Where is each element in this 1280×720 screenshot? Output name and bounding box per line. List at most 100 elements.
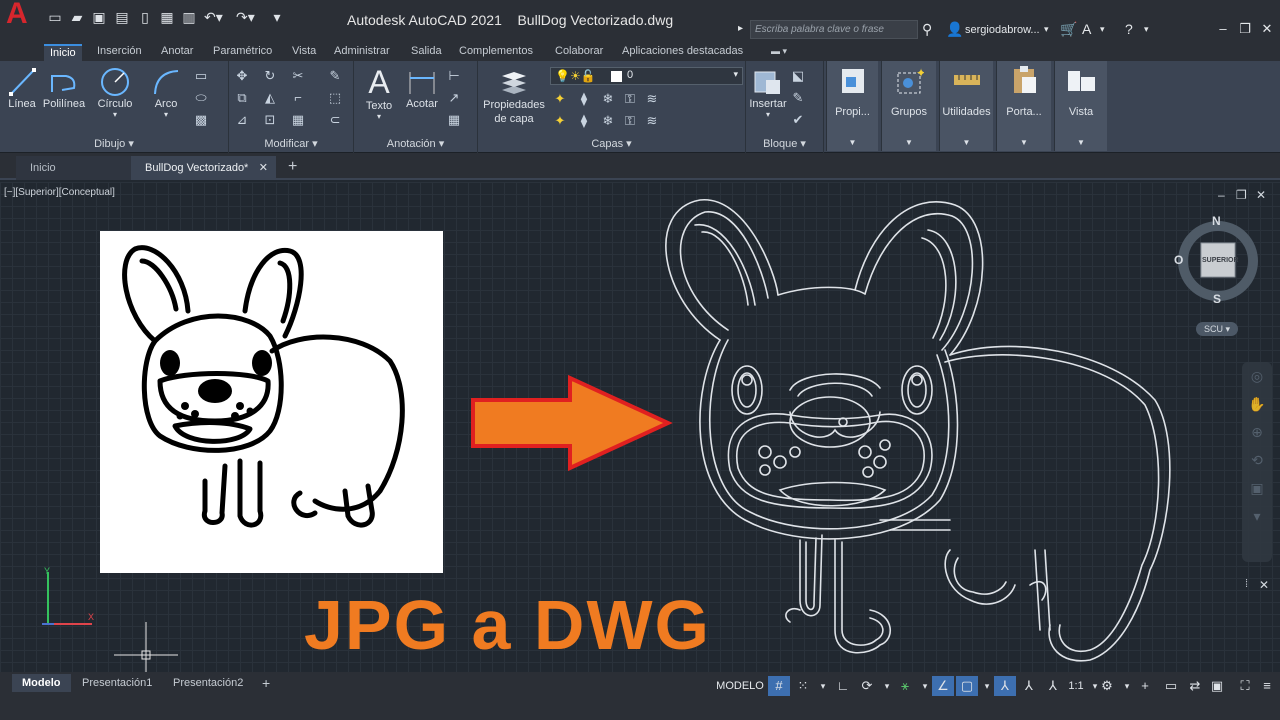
viewport-controls[interactable]: [−][Superior][Conceptual] bbox=[4, 187, 115, 198]
tab-inicio[interactable]: Inicio bbox=[44, 44, 82, 61]
open-folder-icon[interactable]: ▰ bbox=[68, 9, 86, 25]
command-line-close-icon[interactable]: ✕ bbox=[1259, 578, 1269, 592]
minimize-icon[interactable]: – bbox=[1214, 20, 1232, 38]
user-icon[interactable]: 👤 bbox=[946, 20, 963, 38]
tab-modelo[interactable]: Modelo bbox=[12, 674, 71, 692]
auto-scale-icon[interactable]: ⅄ bbox=[1018, 676, 1040, 696]
annotation-scale-icon[interactable]: ⅄ bbox=[1042, 676, 1064, 696]
hatch-icon[interactable]: ▩ bbox=[193, 112, 209, 128]
panel-portapapeles[interactable]: Porta... ▼ bbox=[996, 61, 1051, 151]
tab-insercion[interactable]: Inserción bbox=[91, 44, 148, 61]
viewcube[interactable]: N S O SUPERIOR bbox=[1172, 214, 1262, 309]
mirror-icon[interactable]: ◭ bbox=[262, 90, 278, 106]
search-input[interactable]: Escriba palabra clave o frase bbox=[750, 20, 918, 39]
isolate-objects-icon[interactable]: ▣ bbox=[1206, 676, 1228, 696]
viewport-restore-icon[interactable]: ❐ bbox=[1236, 188, 1247, 202]
panel-title-capas[interactable]: Capas ▾ bbox=[478, 137, 745, 150]
web-save-icon[interactable]: ▯ bbox=[136, 9, 154, 25]
zoom-extents-icon[interactable]: ⊕ bbox=[1242, 418, 1272, 446]
tab-presentacion1[interactable]: Presentación1 bbox=[72, 674, 162, 692]
layer-on-all-icon[interactable]: ✦ bbox=[552, 113, 568, 129]
text-tool[interactable]: A Texto ▾ bbox=[359, 64, 399, 121]
viewcube-top-face[interactable]: SUPERIOR bbox=[1202, 257, 1239, 264]
layer-isolate-icon[interactable]: ⧫ bbox=[576, 91, 592, 107]
add-layout-icon[interactable]: + bbox=[252, 674, 280, 692]
close-tab-icon[interactable]: ✕ bbox=[259, 156, 268, 180]
restore-icon[interactable]: ❐ bbox=[1236, 20, 1254, 38]
showmotion-icon[interactable]: ▣ bbox=[1242, 474, 1272, 502]
quick-properties-icon[interactable]: ⇄ bbox=[1184, 676, 1206, 696]
layer-walk-icon[interactable]: ≋ bbox=[644, 113, 660, 129]
new-tab-icon[interactable]: + bbox=[288, 158, 297, 176]
file-tab-inicio[interactable]: Inicio bbox=[16, 156, 134, 180]
file-tab-bulldog[interactable]: BullDog Vectorizado* ✕ bbox=[131, 156, 276, 180]
copy-icon[interactable]: ⧉ bbox=[234, 90, 250, 106]
pan-icon[interactable]: ✋ bbox=[1242, 390, 1272, 418]
panel-title-anotacion[interactable]: Anotación ▾ bbox=[354, 137, 477, 150]
print-icon[interactable]: ▥ bbox=[180, 9, 198, 25]
bulldog-vector-drawing[interactable] bbox=[650, 190, 1180, 670]
object-snap-icon[interactable]: ▢ bbox=[956, 676, 978, 696]
search-icon[interactable]: ⚲ bbox=[922, 20, 932, 38]
user-dropdown-icon[interactable]: ▾ bbox=[1044, 20, 1049, 38]
help-icon[interactable]: ? bbox=[1125, 20, 1133, 38]
app-dropdown-icon[interactable]: ▾ bbox=[1100, 20, 1105, 38]
nav-customize-icon[interactable]: ▾ bbox=[1242, 502, 1272, 530]
polar-icon[interactable]: ⟳ bbox=[856, 676, 878, 696]
isometric-icon[interactable]: ⚹ bbox=[894, 676, 916, 696]
tab-parametrico[interactable]: Paramétrico bbox=[207, 44, 278, 61]
annotation-visibility-icon[interactable]: ⅄ bbox=[994, 676, 1016, 696]
panel-title-dibujo[interactable]: Dibujo ▾ bbox=[0, 137, 228, 150]
help-dropdown-icon[interactable]: ▾ bbox=[1144, 20, 1149, 38]
grid-icon[interactable]: # bbox=[768, 676, 790, 696]
ribbon-options-icon[interactable]: ▬ ▾ bbox=[765, 44, 793, 61]
units-icon[interactable]: ▭ bbox=[1160, 676, 1182, 696]
expand-arrow-icon[interactable]: ▸ bbox=[738, 20, 743, 38]
trim-icon[interactable]: ✂ bbox=[290, 68, 306, 84]
fillet-icon[interactable]: ⌐ bbox=[290, 90, 306, 106]
dimension-tool[interactable]: Acotar bbox=[402, 66, 442, 110]
new-file-icon[interactable]: ▭ bbox=[46, 9, 64, 25]
layer-thaw-icon[interactable]: ❄ bbox=[600, 113, 616, 129]
panel-propiedades[interactable]: Propi... ▼ bbox=[826, 61, 878, 151]
clean-screen-icon[interactable]: ⛶ bbox=[1234, 676, 1256, 696]
close-icon[interactable]: ✕ bbox=[1258, 20, 1276, 38]
panel-vista[interactable]: Vista ▼ bbox=[1054, 61, 1107, 151]
circle-tool[interactable]: Círculo ▾ bbox=[94, 66, 136, 119]
panel-title-bloque[interactable]: Bloque ▾ bbox=[746, 137, 823, 150]
move-icon[interactable]: ✥ bbox=[234, 68, 250, 84]
snap-icon[interactable]: ⁙ bbox=[792, 676, 814, 696]
layer-properties-tool[interactable]: Propiedades de capa bbox=[480, 66, 548, 126]
leader-icon[interactable]: ↗ bbox=[446, 90, 462, 106]
save-icon[interactable]: ▣ bbox=[90, 9, 108, 25]
layer-dropdown[interactable]: 💡☀🔓 0 ▾ bbox=[550, 67, 743, 85]
tab-presentacion2[interactable]: Presentación2 bbox=[163, 674, 253, 692]
tab-anotar[interactable]: Anotar bbox=[155, 44, 199, 61]
plot-icon[interactable]: ▦ bbox=[158, 9, 176, 25]
stretch-icon[interactable]: ⊿ bbox=[234, 112, 250, 128]
panel-title-modificar[interactable]: Modificar ▾ bbox=[229, 137, 353, 150]
ellipse-icon[interactable]: ⬭ bbox=[193, 90, 209, 106]
redo-icon[interactable]: ↷▾ bbox=[236, 9, 255, 25]
customization-menu-icon[interactable]: ≡ bbox=[1256, 676, 1278, 696]
viewport-close-icon[interactable]: ✕ bbox=[1256, 188, 1266, 202]
array-icon[interactable]: ▦ bbox=[290, 112, 306, 128]
layer-off-icon[interactable]: ✦ bbox=[552, 91, 568, 107]
tab-administrar[interactable]: Administrar bbox=[328, 44, 396, 61]
annotation-monitor-icon[interactable]: + bbox=[1134, 676, 1156, 696]
user-account[interactable]: sergiodabrow... bbox=[965, 21, 1040, 39]
customize-quick-access-icon[interactable]: ▾ bbox=[268, 9, 286, 25]
rectangle-icon[interactable]: ▭ bbox=[193, 68, 209, 84]
viewport-minimize-icon[interactable]: – bbox=[1218, 188, 1225, 202]
orbit-icon[interactable]: ⟲ bbox=[1242, 446, 1272, 474]
undo-icon[interactable]: ↶▾ bbox=[204, 9, 223, 25]
autodesk-app-icon[interactable]: A bbox=[1082, 20, 1091, 38]
layer-freeze-icon[interactable]: ❄ bbox=[600, 91, 616, 107]
explode-icon[interactable]: ⬚ bbox=[327, 90, 343, 106]
line-tool[interactable]: Línea bbox=[2, 66, 42, 110]
linear-dim-icon[interactable]: ⊢ bbox=[446, 68, 462, 84]
block-attributes-icon[interactable]: ✔ bbox=[790, 112, 806, 128]
edit-block-icon[interactable]: ✎ bbox=[790, 90, 806, 106]
autocad-logo-icon[interactable]: A bbox=[6, 0, 34, 30]
insert-block-tool[interactable]: Insertar ▾ bbox=[747, 66, 789, 119]
